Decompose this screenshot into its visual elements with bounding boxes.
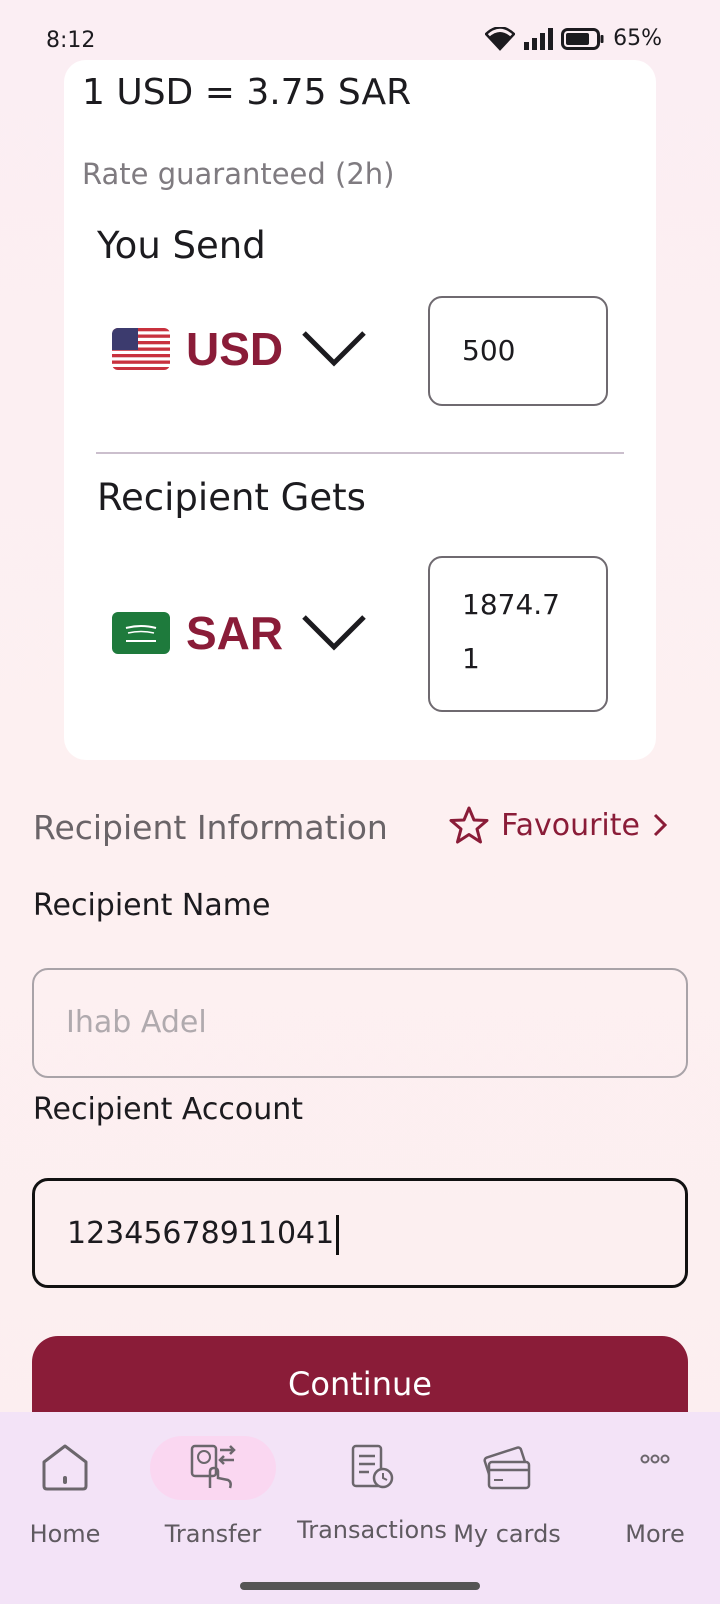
- cards-icon: [483, 1446, 531, 1490]
- chevron-down-icon: [302, 331, 366, 367]
- receive-amount-line1: 1874.7: [462, 588, 560, 621]
- recipient-name-input[interactable]: Ihab Adel: [32, 968, 688, 1078]
- nav-label-my-cards: My cards: [453, 1520, 561, 1548]
- receive-amount-line2: 1: [462, 642, 480, 675]
- sa-flag-icon: [112, 612, 170, 654]
- wifi-icon: [485, 26, 516, 51]
- exchange-card: 1 USD = 3.75 SAR Rate guaranteed (2h) Yo…: [64, 60, 656, 760]
- chevron-down-icon: [302, 615, 366, 651]
- favourite-label: Favourite: [501, 807, 640, 843]
- status-time: 8:12: [46, 28, 96, 53]
- bottom-nav: Home Transfer Transactions My cards More: [0, 1412, 720, 1604]
- favourite-link[interactable]: Favourite: [449, 806, 668, 844]
- star-icon: [449, 806, 489, 844]
- nav-label-home: Home: [29, 1520, 101, 1548]
- status-icons: 65%: [485, 26, 662, 51]
- receive-amount-field[interactable]: 1874.7 1: [428, 556, 608, 712]
- home-icon: [42, 1444, 88, 1491]
- receive-currency-selector[interactable]: SAR: [112, 606, 367, 660]
- nav-label-transactions: Transactions: [297, 1516, 447, 1544]
- rate-guarantee-note: Rate guaranteed (2h): [82, 157, 395, 191]
- signal-icon: [524, 27, 554, 50]
- battery-icon: [561, 27, 604, 50]
- nav-label-transfer: Transfer: [164, 1520, 262, 1548]
- recipient-info-title: Recipient Information: [33, 808, 388, 847]
- nav-label-more: More: [625, 1520, 685, 1548]
- recipient-account-label: Recipient Account: [33, 1092, 304, 1127]
- exchange-rate: 1 USD = 3.75 SAR: [82, 72, 412, 113]
- send-amount-input[interactable]: 500: [428, 296, 608, 406]
- transfer-icon: [190, 1444, 236, 1489]
- send-currency-selector[interactable]: USD: [112, 322, 367, 376]
- recipient-name-label: Recipient Name: [33, 888, 271, 923]
- recipient-account-input[interactable]: 12345678911041: [32, 1178, 688, 1288]
- chevron-right-icon: [653, 813, 668, 837]
- home-indicator[interactable]: [240, 1582, 480, 1590]
- battery-percent: 65%: [613, 26, 662, 51]
- send-currency-code: USD: [186, 323, 284, 375]
- you-send-label: You Send: [97, 224, 266, 267]
- recipient-gets-label: Recipient Gets: [97, 476, 366, 519]
- divider: [96, 452, 624, 454]
- receive-currency-code: SAR: [186, 607, 284, 659]
- account-value: 12345678911041: [67, 1216, 335, 1251]
- transactions-icon: [351, 1444, 394, 1489]
- text-caret: [336, 1214, 340, 1255]
- more-icon: [640, 1454, 670, 1464]
- us-flag-icon: [112, 328, 170, 370]
